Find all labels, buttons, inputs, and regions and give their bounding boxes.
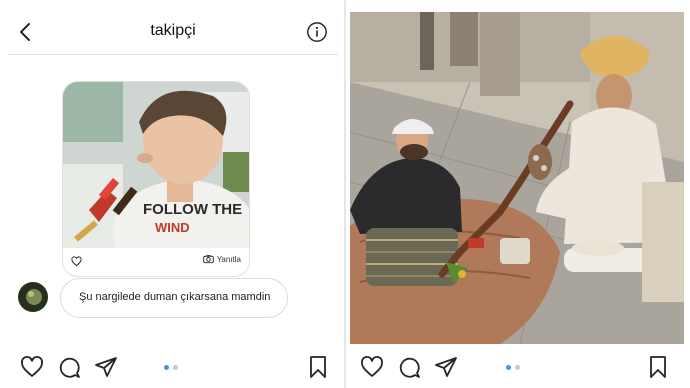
snake-charmer-photo: [350, 12, 684, 344]
carousel-dot: [164, 365, 169, 370]
share-icon[interactable]: [434, 355, 458, 379]
dm-screenshot: takipçi FOLLOW THE WIND Yanıtla Şu nargi…: [8, 10, 338, 346]
reply-button[interactable]: Yanıtla: [202, 254, 241, 264]
carousel-dots: [164, 365, 178, 370]
svg-text:WIND: WIND: [155, 220, 190, 235]
carousel-dots: [506, 365, 520, 370]
message-text: Şu nargilede duman çıkarsana mamdin: [79, 291, 271, 303]
shared-post-card[interactable]: FOLLOW THE WIND Yanıtla: [62, 81, 250, 277]
message-bubble: Şu nargilede duman çıkarsana mamdin: [60, 278, 288, 318]
carousel-dot: [506, 365, 511, 370]
info-icon[interactable]: [306, 21, 328, 43]
comment-icon[interactable]: [57, 355, 81, 379]
svg-text:FOLLOW THE: FOLLOW THE: [143, 201, 242, 218]
shared-post-photo: FOLLOW THE WIND: [63, 82, 249, 248]
camera-icon: [202, 255, 214, 264]
avatar[interactable]: [18, 282, 48, 312]
like-heart-icon[interactable]: [360, 355, 384, 379]
reply-label: Yanıtla: [216, 254, 241, 264]
conversation-title: takipçi: [150, 22, 196, 39]
dm-header: takipçi: [8, 10, 338, 55]
heart-icon[interactable]: [71, 256, 82, 267]
comment-icon[interactable]: [397, 355, 421, 379]
share-icon[interactable]: [94, 355, 118, 379]
post-action-bar: [346, 346, 690, 388]
like-heart-icon[interactable]: [20, 355, 44, 379]
right-post: [346, 0, 690, 388]
post-action-bar: [0, 346, 344, 388]
carousel-dot: [173, 365, 178, 370]
left-post: takipçi FOLLOW THE WIND Yanıtla Şu nargi…: [0, 0, 344, 388]
bookmark-icon[interactable]: [646, 355, 670, 379]
shared-post-footer: Yanıtla: [63, 248, 249, 276]
carousel-dot: [515, 365, 520, 370]
bookmark-icon[interactable]: [306, 355, 330, 379]
